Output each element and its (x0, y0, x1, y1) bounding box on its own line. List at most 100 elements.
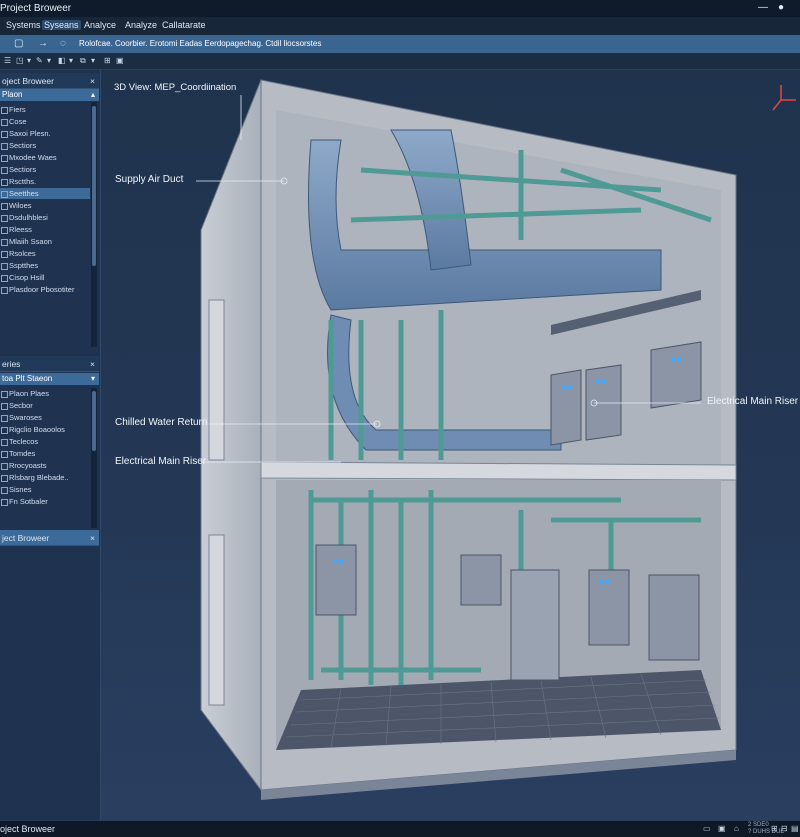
supply-air-duct-label: Supply Air Duct (115, 174, 184, 185)
tree-item[interactable]: Rleess (0, 224, 90, 235)
quick-toolbar: ☰ ◳ ▾ ✎ ▾ ◧ ▾ ⧉ ▾ ⊞ ▣ (0, 53, 800, 70)
scrollbar[interactable] (91, 102, 97, 347)
home-icon[interactable]: ⌂ (734, 824, 739, 833)
tree-item[interactable]: Fiers (0, 104, 90, 115)
door-upper (208, 299, 225, 461)
tree-item[interactable]: Wiloes (0, 200, 90, 211)
tree-item[interactable]: Sectiors (0, 164, 90, 175)
tree-item[interactable]: Rlsbarg Blebade.. (0, 472, 90, 483)
3d-viewport[interactable]: 3D View: MEP_Coordiination Supply Air Du… (101, 70, 800, 820)
status-bar: oject Broweer ▭ ▣ ⌂ ⊞ ⊟ ▤ 2 SDE0 ? DUHS … (0, 820, 800, 837)
tree-item[interactable]: Saxoi Plesn. (0, 128, 90, 139)
panel-title: ject Broweer (2, 533, 50, 543)
ribbon-text: Rolofcae. Coorbier. Erotomi Eadas Eerdop… (79, 39, 322, 48)
close-icon[interactable]: × (90, 359, 95, 369)
panel-title: oject Broweer (2, 76, 54, 86)
panel-header: eries × (0, 356, 99, 372)
tree-node-icon (1, 119, 8, 126)
copy-icon[interactable]: ⧉ (80, 56, 86, 66)
chevron-down-icon[interactable]: ▾ (27, 56, 31, 65)
tree-item[interactable]: Ssptthes (0, 260, 90, 271)
building-model (196, 79, 796, 800)
tree-item[interactable]: Rsctths. (0, 176, 90, 187)
layout-icon[interactable]: ◳ (16, 56, 24, 65)
menu-collaborate[interactable]: Callatarate (160, 20, 208, 30)
door-lower (208, 534, 225, 706)
menu-syseans[interactable]: Syseans (42, 20, 81, 30)
tree-item[interactable]: Plaon Plaes (0, 388, 90, 399)
grid-icon[interactable]: ⊞ (104, 56, 111, 65)
tree-item[interactable]: Cisop Hsill (0, 272, 90, 283)
menu-analyze[interactable]: Analyze (123, 20, 159, 30)
tree-node-icon (1, 451, 8, 458)
close-icon[interactable]: × (90, 76, 95, 86)
scrollbar[interactable] (91, 388, 97, 528)
panel-header: oject Broweer × (0, 73, 99, 89)
panel-header[interactable]: ject Broweer × (0, 530, 99, 546)
floor-slab (260, 461, 737, 481)
render-icon[interactable]: ▣ (718, 824, 726, 833)
tree-header-label: toa Plt Staeon (2, 374, 53, 383)
tree-item[interactable]: Teclecos (0, 436, 90, 447)
refresh-icon[interactable]: ◌ (60, 38, 66, 49)
tree-node-icon (1, 251, 8, 258)
chevron-down-icon[interactable]: ▾ (91, 56, 95, 65)
tree-node-icon (1, 427, 8, 434)
panel-icon[interactable]: ◧ (58, 56, 66, 65)
tree-node-icon (1, 227, 8, 234)
tree-header[interactable]: toa Plt Staeon ▾ (0, 373, 99, 385)
tree-node-icon (1, 179, 8, 186)
app-title: Project Broweer (0, 3, 72, 14)
tree-header-label: Plaon (2, 90, 23, 99)
tree-header[interactable]: Plaon ▴ (0, 89, 99, 101)
status-small-1: 2 SDE0 (748, 822, 769, 828)
tree-item[interactable]: Mxodee Waes (0, 152, 90, 163)
minimize-button[interactable]: — (758, 2, 768, 13)
tree-item[interactable]: Fn Sotbaler (0, 496, 90, 507)
chevron-down-icon[interactable]: ▾ (47, 56, 51, 65)
arrow-icon[interactable]: → (38, 38, 48, 49)
tree-node-icon (1, 155, 8, 162)
tree-node-icon (1, 263, 8, 270)
menu-bar: Systems Syseans Analyce Analyze Callatar… (0, 17, 800, 36)
view-icon[interactable]: ▣ (116, 56, 124, 65)
chevron-down-icon[interactable]: ▾ (91, 374, 95, 383)
tree-item[interactable]: Plasdoor Pbosotiter (0, 284, 90, 295)
tree-node-icon (1, 287, 8, 294)
scrollbar-thumb[interactable] (92, 391, 96, 451)
tree-item[interactable]: Dsdulhblesi (0, 212, 90, 223)
menu-analyce[interactable]: Analyce (82, 20, 118, 30)
tree-node-icon (1, 463, 8, 470)
view-icon[interactable]: ▭ (703, 824, 711, 833)
tree-node-icon (1, 391, 8, 398)
tree-item[interactable]: Sectiors (0, 140, 90, 151)
square-icon[interactable]: ▢ (14, 38, 23, 49)
tree-item[interactable]: Rsolces (0, 248, 90, 259)
tree-item[interactable]: Secbor (0, 400, 90, 411)
tree-item[interactable]: Tomdes (0, 448, 90, 459)
tree-item[interactable]: Rigclio Boaoolos (0, 424, 90, 435)
tree-item[interactable]: Mlaiih Ssaon (0, 236, 90, 247)
tree-item[interactable]: Rrocyoasts (0, 460, 90, 471)
panel-icon[interactable]: ▤ (791, 824, 799, 833)
tree-item[interactable]: Sisnes (0, 484, 90, 495)
tree-node-icon (1, 191, 8, 198)
edit-icon[interactable]: ✎ (36, 56, 43, 65)
chevron-up-icon[interactable]: ▴ (91, 90, 95, 99)
tree-node-icon (1, 275, 8, 282)
scrollbar-thumb[interactable] (92, 106, 96, 266)
tree-node-icon (1, 475, 8, 482)
tree-item[interactable]: Swaroses (0, 412, 90, 423)
tree-node-icon (1, 439, 8, 446)
ribbon-bar: ▢ → ◌ Rolofcae. Coorbier. Erotomi Eadas … (0, 35, 800, 53)
electrical-riser-label-right: Electrical Main Riser (707, 396, 799, 407)
close-button[interactable]: ● (778, 2, 784, 13)
menu-systems[interactable]: Systems (4, 20, 43, 30)
tree-node-icon (1, 403, 8, 410)
chevron-down-icon[interactable]: ▾ (69, 56, 73, 65)
close-icon[interactable]: × (90, 533, 95, 543)
tree-node-icon (1, 239, 8, 246)
menu-icon[interactable]: ☰ (4, 56, 11, 65)
tree-item[interactable]: Cose (0, 116, 90, 127)
tree-item-selected[interactable]: Seetthes (0, 188, 90, 199)
